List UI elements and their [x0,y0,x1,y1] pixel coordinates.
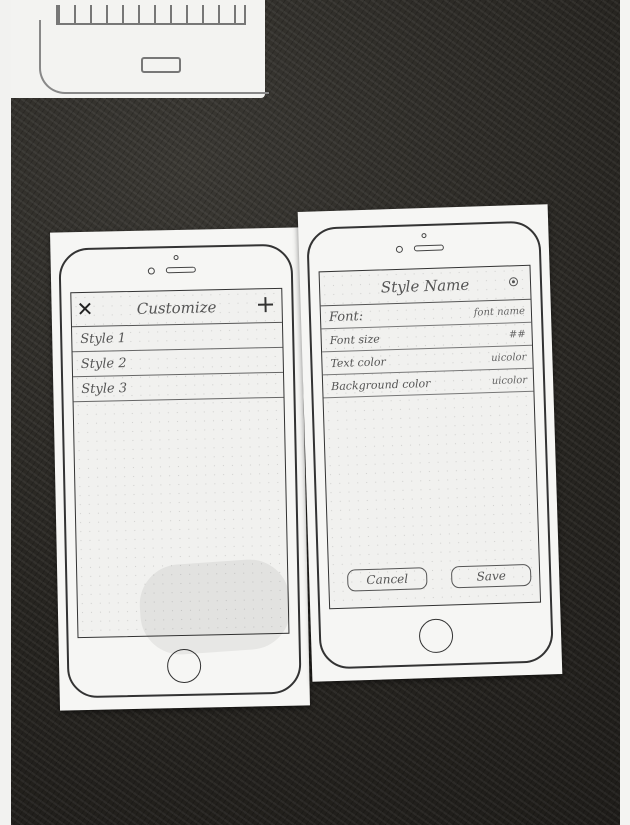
phone-outline: Style Name Font: font name Font size ## … [306,220,554,670]
sensor-icon [147,267,155,275]
list-item-label: Style 1 [80,330,127,347]
style-name-header: Style Name [319,265,531,307]
sensor-icon [395,245,404,253]
paper-edge-left [0,0,11,825]
page-title: Customize [136,297,217,318]
font-value: font name [473,305,526,319]
home-button[interactable] [418,618,454,654]
paper-edge-right [620,0,630,825]
font-size-value: ## [508,328,526,340]
list-item-style-3[interactable]: Style 3 [73,372,284,403]
keyboard-keys-sketch [56,5,246,25]
background-color-label: Background color [330,376,431,393]
text-color-value: uicolor [490,351,527,364]
keyboard-sketch-paper [11,0,269,98]
list-item-label: Style 3 [81,380,128,397]
text-color-label: Text color [330,354,386,370]
save-button[interactable]: Save [450,563,532,589]
speaker-icon [413,244,444,252]
page-title: Style Name [380,275,470,296]
action-buttons: Cancel Save [346,563,532,592]
style-detail-screen: Style Name Font: font name Font size ## … [318,264,542,610]
camera-icon [421,233,427,239]
camera-icon [173,254,179,261]
close-x-icon[interactable]: ✕ [76,297,93,321]
cancel-button[interactable]: Cancel [346,567,428,592]
background-color-value: uicolor [491,374,528,387]
style-detail-prototype-paper: Style Name Font: font name Font size ## … [297,204,563,682]
spacebar-sketch [141,57,181,73]
font-size-label: Font size [329,332,381,347]
info-circle-icon[interactable] [508,277,519,287]
plus-icon[interactable]: + [255,290,276,318]
speaker-icon [165,266,196,274]
customize-nav-bar: ✕ Customize + [71,288,282,328]
font-label: Font: [328,308,364,325]
hand-shadow [137,556,293,658]
list-item-label: Style 2 [80,355,127,372]
